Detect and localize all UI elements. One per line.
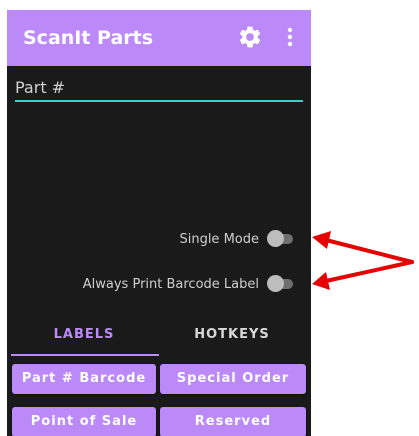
single-mode-switch[interactable] — [267, 230, 295, 248]
tab-labels[interactable]: LABELS — [11, 324, 157, 356]
always-print-switch[interactable] — [267, 275, 295, 293]
arrow-to-always-print — [312, 260, 414, 290]
single-mode-row: Single Mode — [179, 230, 295, 248]
part-input-container — [15, 74, 303, 102]
reserved-button[interactable]: Reserved — [160, 407, 306, 436]
settings-button[interactable] — [237, 24, 263, 50]
point-of-sale-button[interactable]: Point of Sale — [12, 407, 156, 436]
part-barcode-button[interactable]: Part # Barcode — [12, 364, 156, 394]
always-print-label: Always Print Barcode Label — [82, 276, 259, 292]
more-vert-icon — [287, 27, 293, 47]
app-screen: ScanIt Parts Single Mode Always Print Ba… — [7, 10, 311, 436]
special-order-button[interactable]: Special Order — [160, 364, 306, 394]
part-number-input[interactable] — [15, 74, 303, 102]
single-mode-label: Single Mode — [179, 231, 259, 247]
always-print-row: Always Print Barcode Label — [83, 275, 295, 293]
app-bar: ScanIt Parts — [7, 10, 311, 66]
tab-bar: LABELS HOTKEYS — [7, 324, 311, 358]
arrow-to-single-mode — [312, 231, 414, 264]
switch-thumb — [267, 275, 284, 292]
switch-thumb — [267, 230, 284, 247]
tab-indicator — [11, 354, 159, 356]
app-title: ScanIt Parts — [23, 27, 154, 49]
overflow-menu-button[interactable] — [281, 24, 299, 50]
tab-hotkeys[interactable]: HOTKEYS — [159, 324, 305, 356]
gear-icon — [239, 26, 261, 48]
